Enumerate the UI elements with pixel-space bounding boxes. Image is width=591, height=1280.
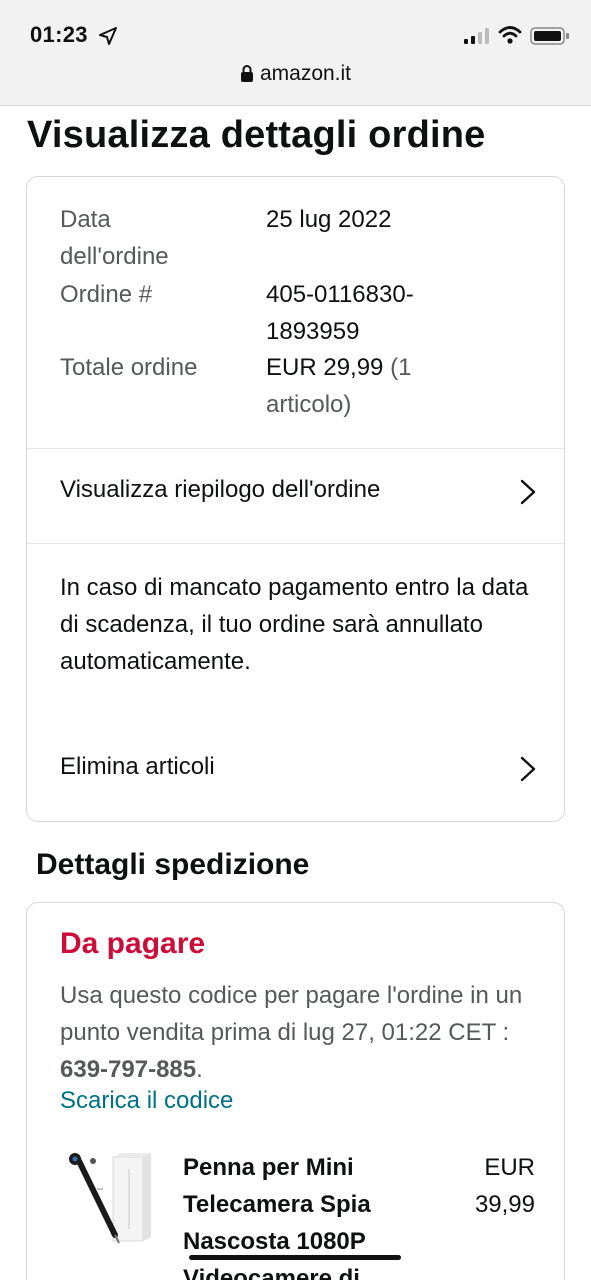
chevron-right-icon [520, 756, 536, 782]
status-time: 01:23 [30, 22, 88, 47]
order-total-value: EUR 29,99 (1 articolo) [266, 354, 412, 418]
download-code-link[interactable]: Scarica il codice [60, 1087, 233, 1115]
product-image[interactable] [69, 1149, 159, 1247]
remove-items-row[interactable]: Elimina articoli [27, 739, 564, 799]
product-price: EUR 39,99 [474, 1154, 535, 1218]
payment-code: 639-797-885 [60, 1056, 197, 1083]
signal-icon [464, 28, 489, 44]
view-summary-label: Visualizza riepilogo dell'ordine [60, 476, 381, 503]
shipping-card: Da pagare Usa questo codice per pagare l… [26, 902, 565, 1280]
product-title[interactable]: Penna per Mini Telecamera Spia Nascosta … [183, 1149, 423, 1280]
url-text: amazon.it [259, 62, 352, 85]
order-number-label: Ordine # [60, 281, 153, 308]
lock-icon [240, 65, 253, 82]
url-bar[interactable]: amazon.it [0, 62, 591, 86]
order-info-card: Data dell'ordine 25 lug 2022 Ordine # 405… [26, 176, 565, 822]
payment-status: Da pagare [60, 927, 206, 960]
order-date-value: 25 lug 2022 [266, 206, 392, 233]
order-number-value: 405-0116830- 1893959 [266, 281, 414, 345]
wifi-icon [498, 26, 522, 44]
payment-notice: In caso di mancato pagamento entro la da… [60, 574, 529, 675]
location-arrow-icon [99, 27, 117, 45]
battery-icon [530, 27, 569, 45]
divider [27, 448, 564, 449]
home-indicator [189, 1255, 401, 1260]
order-total-label: Totale ordine [60, 354, 198, 381]
divider [27, 543, 564, 544]
order-date-label: Data dell'ordine [60, 206, 169, 270]
remove-items-label: Elimina articoli [60, 753, 215, 780]
chevron-right-icon [520, 479, 536, 505]
page-title: Visualizza dettagli ordine [27, 114, 486, 156]
payment-instructions: Usa questo codice per pagare l'ordine in… [60, 982, 523, 1083]
shipping-section-title: Dettagli spedizione [36, 848, 310, 881]
browser-top-bar: 01:23 amazon.it [0, 0, 591, 106]
view-summary-row[interactable]: Visualizza riepilogo dell'ordine [27, 462, 564, 522]
